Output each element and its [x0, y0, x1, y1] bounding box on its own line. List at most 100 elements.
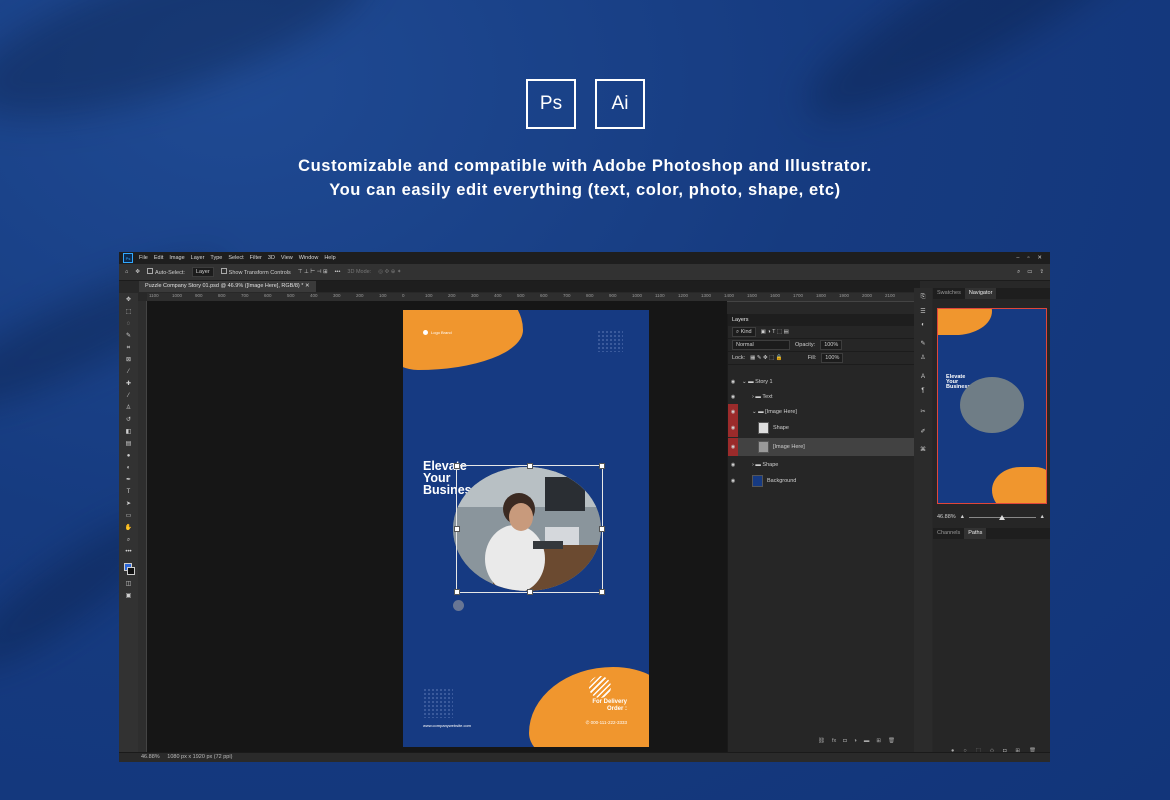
3d-mode-icons[interactable]: ◎ ✣ ⊕ ✦ — [378, 269, 401, 275]
quick-mask-icon[interactable]: ◫ — [124, 581, 133, 588]
menu-window[interactable]: Window — [299, 255, 319, 261]
document-tab[interactable]: Puzzle Company Story 01.psd @ 46.9% ([Im… — [139, 281, 316, 292]
fx-icon[interactable]: fx — [832, 738, 836, 744]
menu-filter[interactable]: Filter — [250, 255, 262, 261]
transform-handle[interactable] — [454, 463, 460, 469]
zoom-slider[interactable] — [969, 514, 1036, 520]
opacity-field[interactable]: 100% — [820, 340, 843, 350]
screen-mode-icon[interactable]: ▣ — [124, 593, 133, 600]
filter-icons[interactable]: ▣ ◑ T ⬚ ▤ — [761, 329, 789, 335]
move-tool-icon[interactable]: ✥ — [124, 297, 133, 304]
brush-tool-icon[interactable]: ⁄ — [124, 393, 133, 400]
menu-help[interactable]: Help — [324, 255, 335, 261]
more-options-icon[interactable]: ••• — [335, 269, 341, 275]
crop-tool-icon[interactable]: ⌗ — [124, 345, 133, 352]
clone-source-icon[interactable]: ♙ — [919, 354, 927, 361]
close-icon[interactable]: ✕ — [1037, 255, 1042, 261]
kind-filter[interactable]: ⌕ Kind — [732, 327, 756, 337]
navigator-preview[interactable]: Elevate Your Business — [937, 308, 1047, 504]
eraser-tool-icon[interactable]: ◧ — [124, 429, 133, 436]
lock-icons[interactable]: ▦ ✎ ✥ ⬚ 🔒 — [750, 355, 783, 361]
paragraph-icon[interactable]: ¶ — [919, 388, 927, 395]
transform-handle[interactable] — [599, 463, 605, 469]
mask-icon[interactable]: ◘ — [843, 738, 846, 744]
adjustment-icon[interactable]: ◑ — [854, 738, 857, 744]
hand-tool-icon[interactable]: ✋ — [124, 525, 133, 532]
layer-row[interactable]: ◉ Shape — [728, 419, 914, 437]
more-tools-icon[interactable]: ••• — [124, 549, 133, 556]
visibility-eye-icon[interactable]: ◉ — [728, 438, 738, 456]
transform-selection[interactable] — [454, 463, 605, 595]
brush-settings-icon[interactable]: ✎ — [919, 340, 927, 347]
tab-paths[interactable]: Paths — [964, 528, 987, 539]
path-select-tool-icon[interactable]: ➤ — [124, 501, 133, 508]
transform-handle[interactable] — [454, 589, 460, 595]
zoom-in-icon[interactable]: ▲ — [1040, 514, 1045, 520]
layer-row[interactable]: ◉ ⌄ ▬ [Image Here] — [728, 404, 914, 419]
tab-swatches[interactable]: Swatches — [933, 288, 965, 299]
marquee-tool-icon[interactable]: ⬚ — [124, 309, 133, 316]
color-swatch-icon[interactable] — [124, 563, 135, 575]
transform-handle[interactable] — [527, 589, 533, 595]
eyedropper-tool-icon[interactable]: ⁄ — [124, 369, 133, 376]
visibility-eye-icon[interactable]: ◉ — [728, 404, 738, 419]
history-icon[interactable]: ⎘ — [919, 294, 927, 301]
pen-tool-icon[interactable]: ✒ — [124, 477, 133, 484]
transform-handle[interactable] — [454, 526, 460, 532]
layer-row[interactable]: ◉ › ▬ Text — [728, 389, 914, 404]
zoom-tool-icon[interactable]: ⌕ — [124, 537, 133, 544]
history-brush-tool-icon[interactable]: ↺ — [124, 417, 133, 424]
menu-type[interactable]: Type — [210, 255, 222, 261]
type-tool-icon[interactable]: T — [124, 489, 133, 496]
trash-icon[interactable]: 🗑 — [888, 738, 895, 744]
quick-select-tool-icon[interactable]: ✎ — [124, 333, 133, 340]
share-icon[interactable]: ⇪ — [1039, 269, 1050, 275]
visibility-eye-icon[interactable]: ◉ — [728, 472, 738, 490]
home-icon[interactable]: ⌂ — [125, 269, 128, 275]
stamp-tool-icon[interactable]: ♙ — [124, 405, 133, 412]
new-layer-icon[interactable]: ⊞ — [876, 738, 881, 744]
notes-icon[interactable]: ✐ — [919, 428, 927, 435]
character-icon[interactable]: A — [919, 374, 927, 381]
frame-tool-icon[interactable]: ⊠ — [124, 357, 133, 364]
adjustments-icon[interactable]: ◐ — [919, 322, 927, 329]
tab-navigator[interactable]: Navigator — [964, 288, 997, 299]
glyphs-icon[interactable]: ⌘ — [919, 446, 927, 453]
visibility-eye-icon[interactable]: ◉ — [728, 419, 738, 437]
link-icon[interactable]: ⛓ — [818, 738, 825, 744]
lasso-tool-icon[interactable]: ◌ — [124, 321, 133, 328]
search-icon[interactable]: ⌕ — [1017, 269, 1020, 276]
move-tool-icon[interactable]: ✥ — [135, 269, 140, 275]
transform-handle[interactable] — [527, 463, 533, 469]
blend-mode-dropdown[interactable]: Normal — [732, 340, 790, 350]
shape-tool-icon[interactable]: ▭ — [124, 513, 133, 520]
dodge-tool-icon[interactable]: ◐ — [124, 465, 133, 472]
restore-icon[interactable]: ▫ — [1027, 255, 1029, 261]
menu-select[interactable]: Select — [228, 255, 243, 261]
zoom-out-icon[interactable]: ▲ — [960, 514, 965, 520]
layer-row[interactable]: ◉ › ▬ Shape — [728, 457, 914, 472]
layer-row[interactable]: ◉ ⌄ ▬ Story 1 — [728, 374, 914, 389]
auto-select-dropdown[interactable]: Layer — [191, 267, 214, 277]
menu-file[interactable]: File — [139, 255, 148, 261]
transform-handle[interactable] — [599, 589, 605, 595]
transform-handle[interactable] — [599, 526, 605, 532]
visibility-eye-icon[interactable]: ◉ — [728, 374, 738, 389]
menu-image[interactable]: Image — [169, 255, 184, 261]
minimize-icon[interactable]: – — [1016, 255, 1019, 261]
layer-row-selected[interactable]: ◉ [Image Here] — [728, 438, 914, 456]
fill-field[interactable]: 100% — [821, 353, 844, 363]
tools-icon[interactable]: ✂ — [919, 408, 927, 415]
new-group-icon[interactable]: ▬ — [864, 738, 870, 744]
artboard[interactable]: Logo Brand Elevate Your Business For Del… — [403, 310, 649, 747]
auto-select-checkbox[interactable]: Auto-Select: — [146, 268, 185, 276]
workspace-icon[interactable]: ▭ — [1027, 269, 1032, 275]
menu-view[interactable]: View — [281, 255, 293, 261]
visibility-eye-icon[interactable]: ◉ — [728, 389, 738, 404]
menu-layer[interactable]: Layer — [191, 255, 205, 261]
menu-3d[interactable]: 3D — [268, 255, 275, 261]
healing-tool-icon[interactable]: ✚ — [124, 381, 133, 388]
gradient-tool-icon[interactable]: ▤ — [124, 441, 133, 448]
layer-row[interactable]: ◉ Background — [728, 472, 914, 490]
blur-tool-icon[interactable]: ● — [124, 453, 133, 460]
